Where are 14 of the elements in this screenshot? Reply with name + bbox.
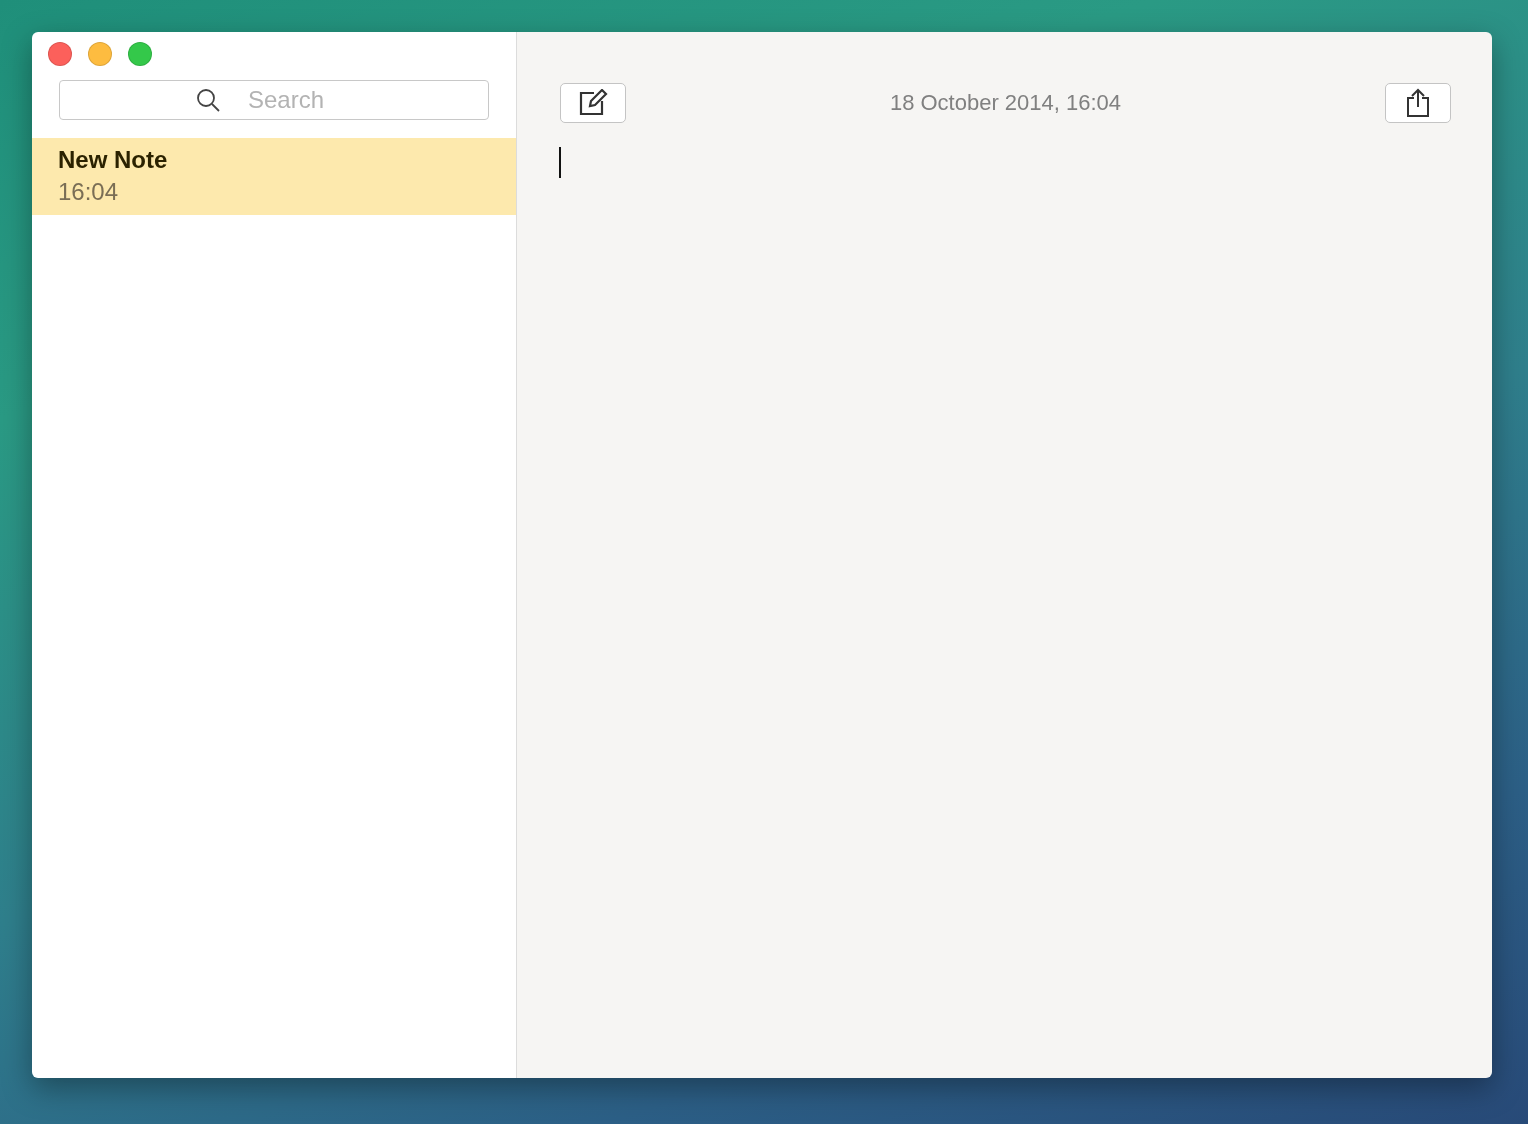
- share-icon: [1406, 88, 1430, 118]
- search-icon: [196, 88, 220, 112]
- note-list-item[interactable]: New Note 16:04: [32, 138, 516, 215]
- note-title: New Note: [58, 146, 169, 174]
- compose-icon: [578, 89, 608, 117]
- search-field[interactable]: Search: [59, 80, 489, 120]
- zoom-button[interactable]: [128, 42, 152, 66]
- minimize-button[interactable]: [88, 42, 112, 66]
- text-cursor: [559, 147, 561, 178]
- close-button[interactable]: [48, 42, 72, 66]
- share-button[interactable]: [1385, 83, 1451, 123]
- compose-button[interactable]: [560, 83, 626, 123]
- note-date: 18 October 2014, 16:04: [889, 90, 1122, 116]
- note-time: 16:04: [58, 178, 120, 206]
